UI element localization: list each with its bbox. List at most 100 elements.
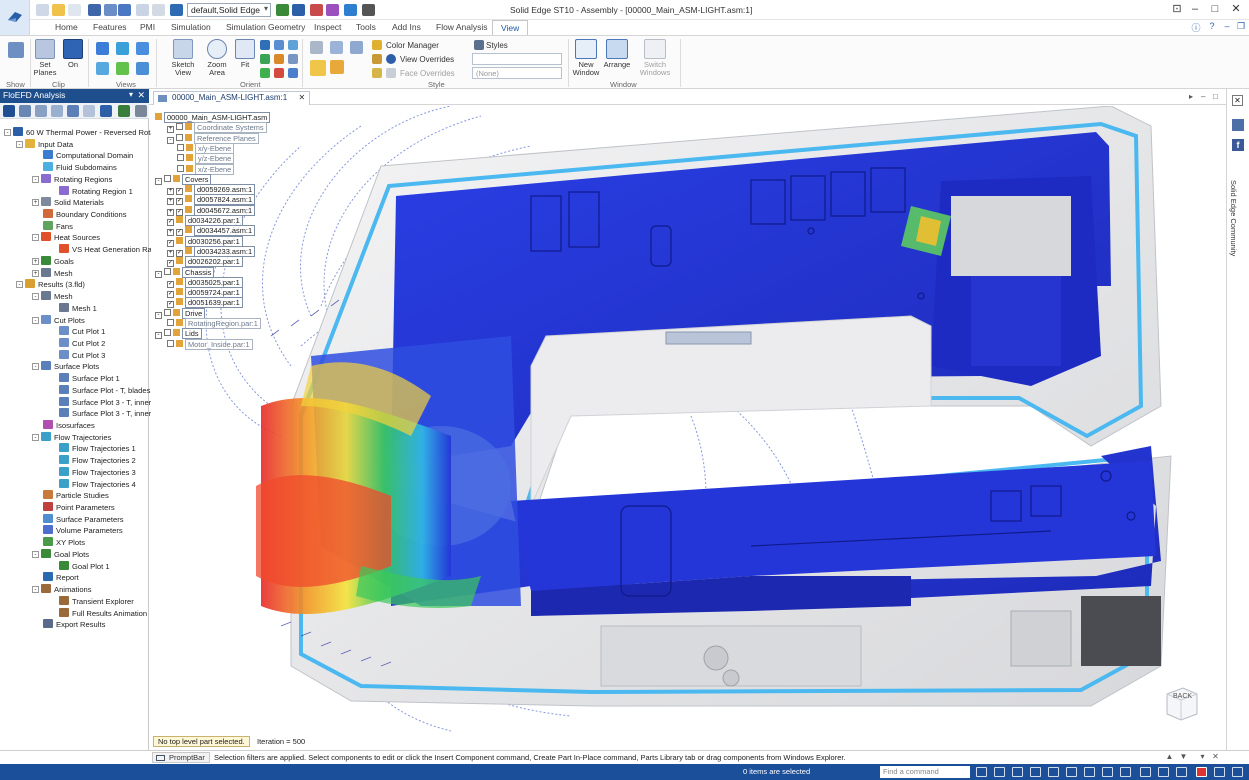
pan-status-icon[interactable] <box>1048 767 1059 777</box>
tab-simulation[interactable]: Simulation <box>171 22 211 32</box>
search-icon[interactable] <box>976 767 987 777</box>
tab-add-ins[interactable]: Add Ins <box>392 22 421 32</box>
collapse-icon[interactable]: - <box>155 177 162 185</box>
face-overrides-icon[interactable] <box>386 68 396 78</box>
tree-item[interactable]: Mesh 1 <box>48 302 97 314</box>
collapse-icon[interactable]: - <box>155 270 162 278</box>
shaded-status-icon[interactable] <box>1140 767 1151 777</box>
library-icon[interactable] <box>67 105 79 117</box>
tree-item[interactable]: Cut Plot 3 <box>48 349 105 361</box>
tree-item[interactable]: Surface Plot - T, blades <box>48 384 150 396</box>
visibility-checkbox[interactable] <box>167 319 174 326</box>
expand-icon[interactable]: + <box>167 198 174 206</box>
style-status-icon[interactable] <box>1158 767 1169 777</box>
tab-flow-analysis[interactable]: Flow Analysis <box>436 22 488 32</box>
tree-item[interactable]: - Animations <box>32 584 92 595</box>
wireframe-icon[interactable] <box>310 41 323 54</box>
close-button[interactable]: ✕ <box>1227 3 1245 17</box>
find-command-input[interactable]: Find a command <box>880 766 970 778</box>
tree-item[interactable]: Particle Studies <box>32 490 109 501</box>
tree-item[interactable]: Boundary Conditions <box>32 209 127 220</box>
assembly-tree-item[interactable]: Motor_Inside.par:1 <box>167 338 253 350</box>
assembly-tree-item[interactable]: y/z-Ebene <box>177 153 235 165</box>
look-at-icon[interactable] <box>274 54 284 64</box>
assembly-tree-item[interactable]: + Coordinate Systems <box>167 122 267 134</box>
set-planes-button[interactable]: Set Planes <box>32 39 58 77</box>
settings-status-icon[interactable] <box>1232 767 1243 777</box>
spin-status-icon[interactable] <box>1084 767 1095 777</box>
view-overrides-field[interactable] <box>472 53 562 65</box>
prompt-bar-tab[interactable]: PromptBar <box>152 752 210 763</box>
dropdown-icon[interactable] <box>170 4 183 16</box>
select-icon[interactable] <box>310 4 323 16</box>
properties-icon[interactable] <box>83 105 95 117</box>
save-icon[interactable] <box>88 4 101 16</box>
tree-item[interactable]: - Surface Plots <box>32 361 99 372</box>
tree-item[interactable]: Fans <box>32 220 73 232</box>
help-icon[interactable]: ? <box>1206 21 1218 33</box>
tree-item[interactable]: Report <box>32 572 79 583</box>
named-views-icon[interactable] <box>288 68 298 78</box>
tree-item[interactable]: Point Parameters <box>32 502 115 513</box>
redo-icon[interactable] <box>136 4 149 16</box>
visibility-checkbox[interactable]: ✓ <box>176 188 183 196</box>
tree-item[interactable]: Volume Parameters <box>32 525 123 536</box>
results-icon[interactable] <box>100 105 112 117</box>
visibility-checkbox[interactable] <box>164 308 171 316</box>
common-views-icon[interactable] <box>288 54 298 64</box>
tree-item[interactable]: Flow Trajectories 1 <box>48 443 136 454</box>
collapse-icon[interactable]: - <box>155 332 162 340</box>
show-icon[interactable] <box>8 42 24 58</box>
visibility-checkbox[interactable]: ✓ <box>167 280 174 288</box>
zoom-status-icon[interactable] <box>994 767 1005 777</box>
clip-on-button[interactable]: On <box>60 39 86 69</box>
prompt-close-icon[interactable]: ✕ <box>1210 752 1221 763</box>
hidden-edges-icon[interactable] <box>350 41 363 54</box>
tree-item[interactable]: Full Results Animation <box>48 607 147 619</box>
relations-icon[interactable] <box>326 4 339 16</box>
display-status-icon[interactable] <box>1214 767 1225 777</box>
check-icon[interactable] <box>276 4 289 16</box>
collapse-icon[interactable]: - <box>32 234 39 242</box>
record-icon[interactable] <box>1196 767 1207 777</box>
visibility-checkbox[interactable] <box>177 143 184 151</box>
tree-item[interactable]: Surface Plot 3 - T, inner c <box>48 396 157 408</box>
tree-item[interactable]: - Rotating Regions <box>32 173 112 185</box>
collapse-icon[interactable]: - <box>32 586 39 594</box>
shaded-icon[interactable] <box>310 60 326 76</box>
pathfinder-icon[interactable]: ✕ <box>1232 95 1243 106</box>
visibility-checkbox[interactable]: ✓ <box>167 291 174 299</box>
new-window-button[interactable]: New Window <box>570 39 602 77</box>
tree-item[interactable]: - 60 W Thermal Power - Reversed Rotat <box>4 127 157 138</box>
arrange-button[interactable]: Arrange <box>602 39 632 69</box>
print-icon[interactable] <box>152 4 165 16</box>
restore-ribbon-icon[interactable]: ⊡ <box>1168 3 1186 17</box>
styles-button[interactable]: Styles <box>486 41 508 50</box>
fit-status-icon[interactable] <box>1030 767 1041 777</box>
tree-item[interactable]: - Input Data <box>16 138 73 150</box>
graphics-viewport[interactable]: BACK <box>151 106 1226 734</box>
switch-windows-button[interactable]: Switch Windows <box>636 39 674 77</box>
collapse-icon[interactable]: - <box>167 136 174 144</box>
view-iso-icon[interactable] <box>96 62 109 75</box>
undo-icon[interactable] <box>118 4 131 16</box>
collapse-icon[interactable]: - <box>32 550 39 558</box>
visible-edges-icon[interactable] <box>330 41 343 54</box>
expand-icon[interactable]: + <box>167 229 174 237</box>
analysis-icon[interactable] <box>118 105 130 117</box>
assembly-tree-item[interactable]: - Chassis <box>155 266 215 278</box>
visibility-checkbox[interactable] <box>177 154 184 162</box>
tree-item[interactable]: Flow Trajectories 3 <box>48 466 136 478</box>
open-file-icon[interactable] <box>52 4 65 16</box>
tab-home[interactable]: Home <box>55 22 78 32</box>
expand-icon[interactable]: + <box>32 199 39 207</box>
brush-icon[interactable] <box>292 4 305 16</box>
visibility-checkbox[interactable] <box>176 123 183 131</box>
collapse-icon[interactable]: - <box>4 129 11 136</box>
visibility-checkbox[interactable]: ✓ <box>167 239 174 247</box>
community-tab-label[interactable]: Solid Edge Community <box>1229 180 1238 256</box>
tree-item[interactable]: XY Plots <box>32 537 85 548</box>
tree-item[interactable]: Surface Plot 1 <box>48 373 120 384</box>
color-manager-icon[interactable] <box>372 40 382 50</box>
view-trimetric-icon[interactable] <box>136 62 149 75</box>
